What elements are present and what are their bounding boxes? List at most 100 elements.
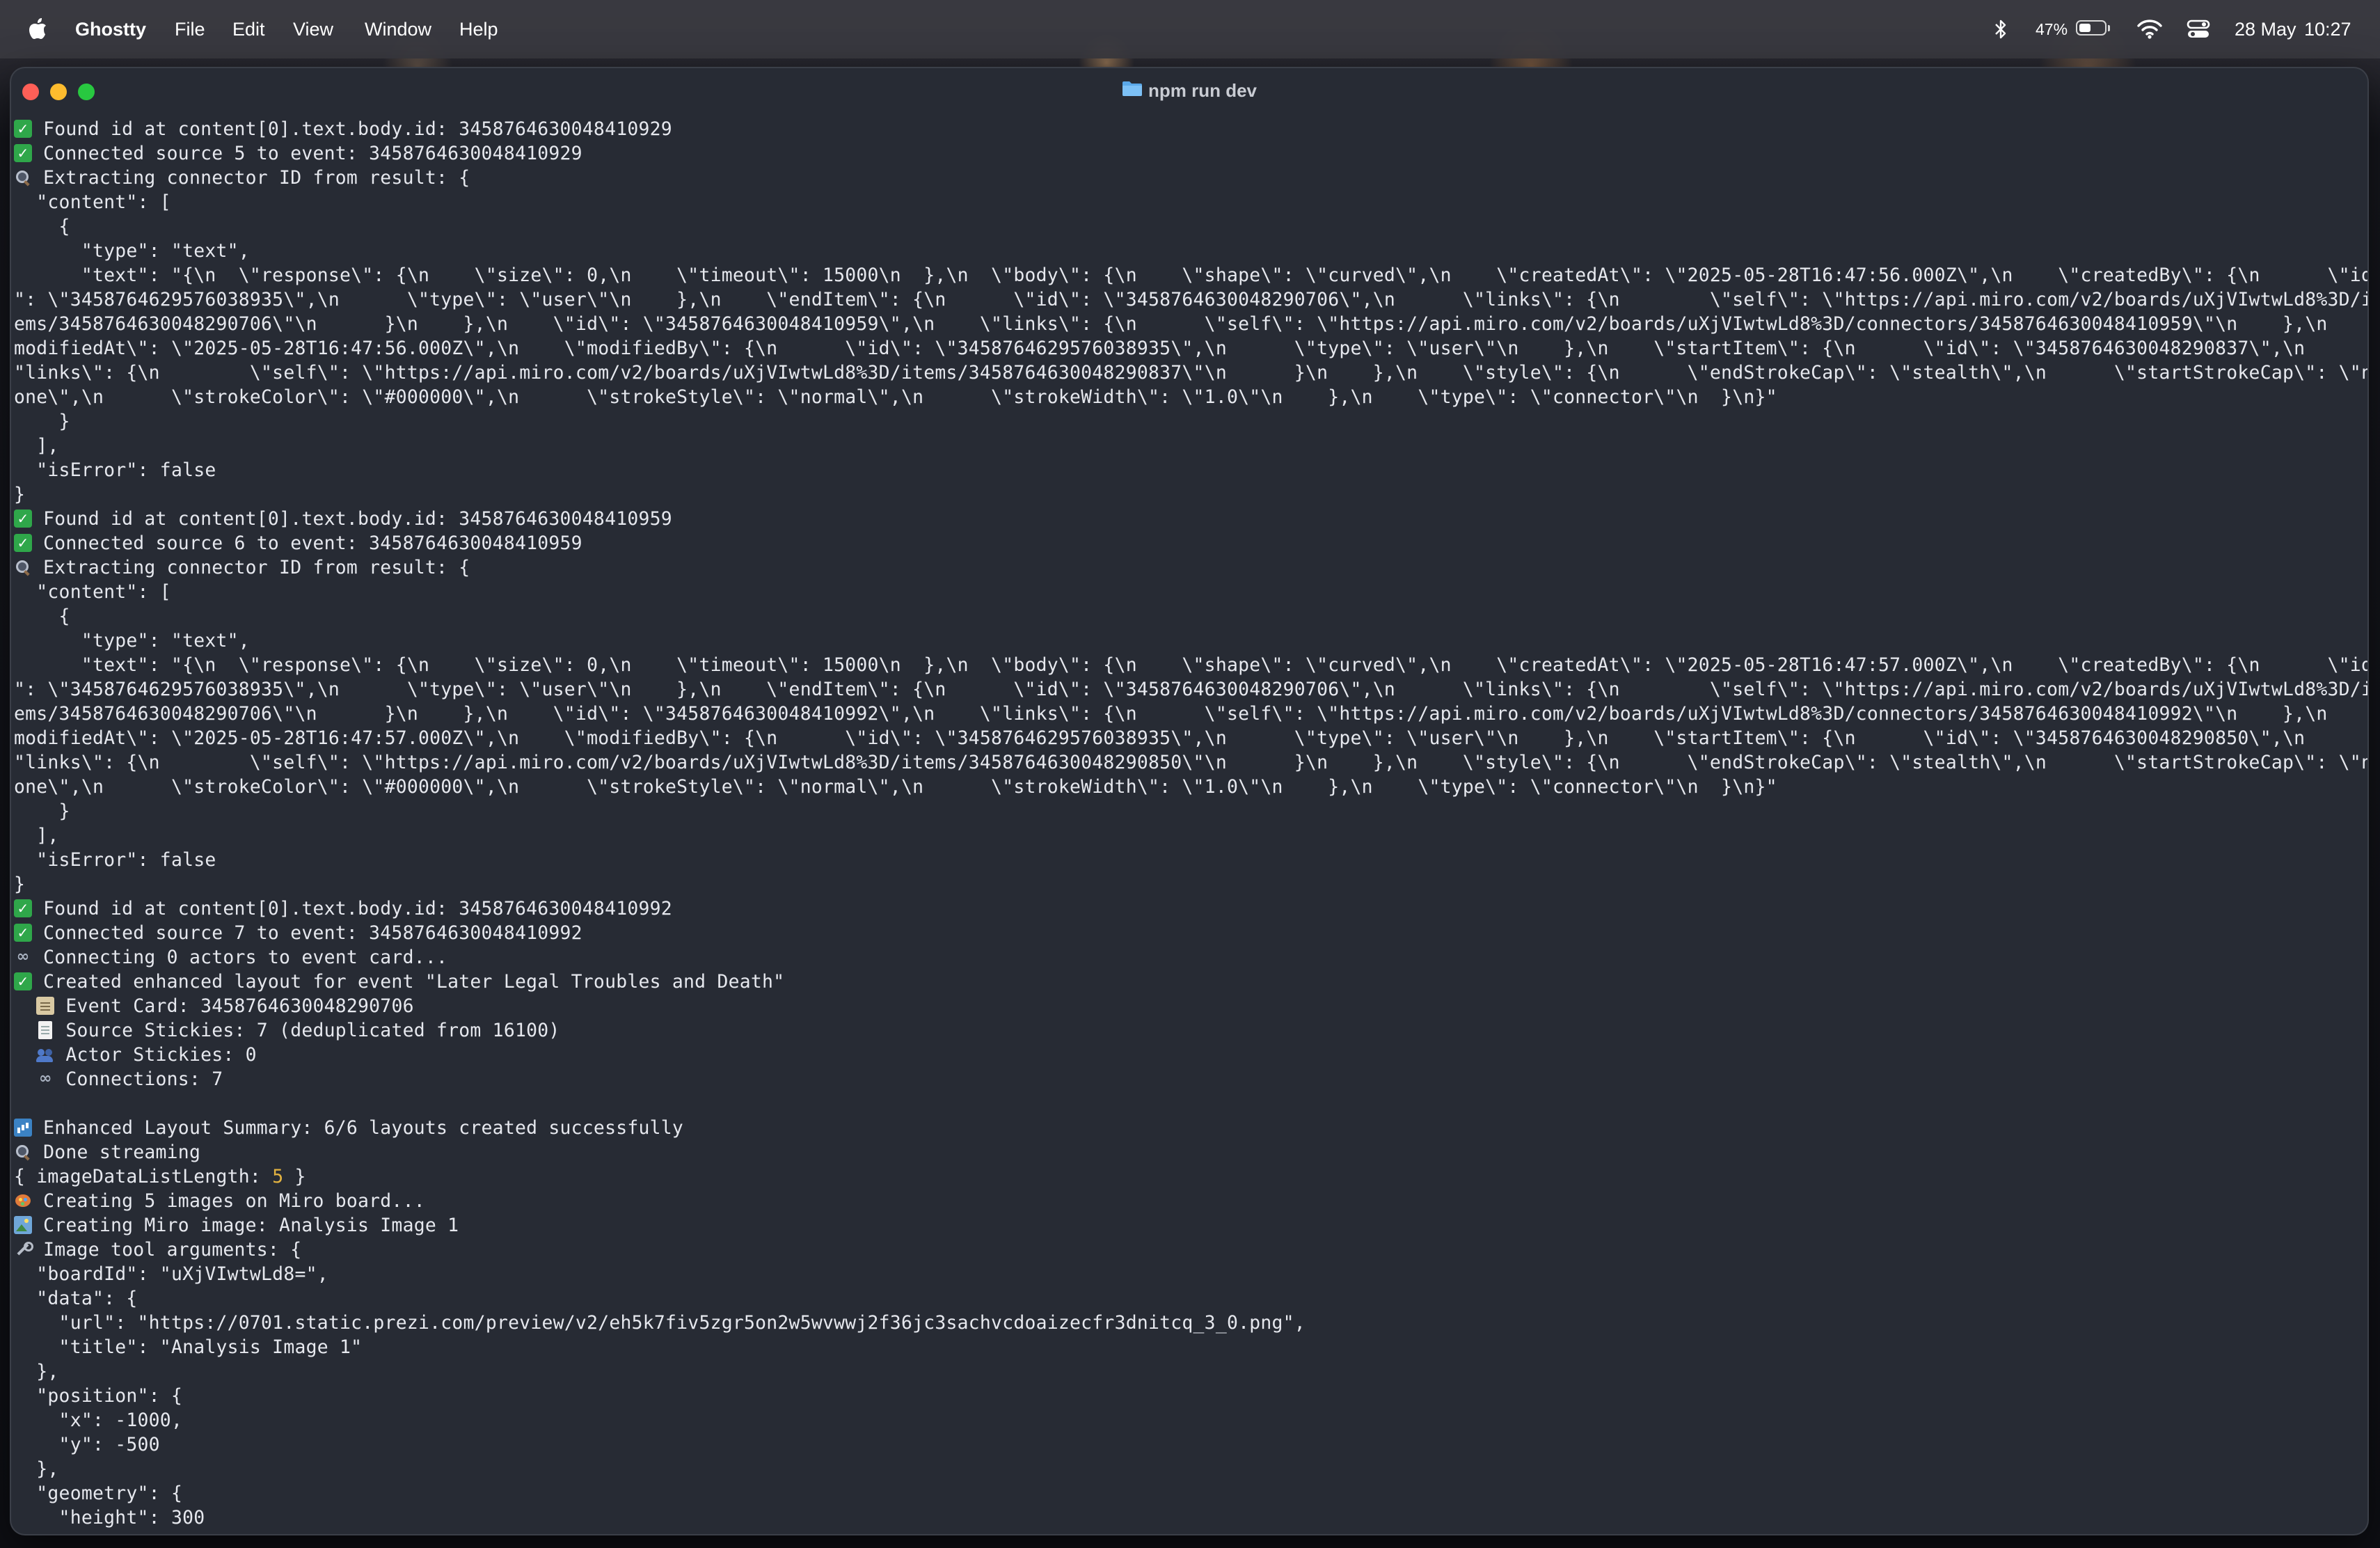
terminal-line-text: Creating Miro image: Analysis Image 1 — [43, 1215, 459, 1236]
terminal-line-text: Connected source 7 to event: 34587646300… — [43, 922, 582, 944]
terminal-line: Enhanced Layout Summary: 6/6 layouts cre… — [14, 1116, 683, 1140]
terminal-line: Done streaming — [14, 1140, 200, 1164]
check-icon: ✓ — [14, 533, 32, 552]
battery-icon[interactable] — [2076, 0, 2112, 58]
terminal-line-text: ": \"3458764629576038935\",\n \"type\": … — [14, 289, 2367, 310]
menu-help[interactable]: Help — [459, 0, 498, 58]
terminal-line: } — [14, 872, 25, 897]
terminal-line-text: "title": "Analysis Image 1" — [14, 1336, 363, 1358]
terminal-line-text: Found id at content[0].text.body.id: 345… — [43, 898, 672, 919]
check-icon: ✓ — [14, 143, 32, 162]
terminal-line: ✓ Created enhanced layout for event "Lat… — [14, 970, 784, 994]
link-icon: ∞ — [16, 947, 30, 965]
terminal-line-text: { imageDataListLength: — [14, 1166, 273, 1187]
terminal-line-text: "boardId": "uXjVIwtwLd8=", — [14, 1263, 328, 1285]
terminal-line: }, — [14, 1359, 59, 1384]
terminal-line-text: Connected source 5 to event: 34587646300… — [43, 143, 582, 164]
terminal-line-text: Image tool arguments: { — [43, 1239, 302, 1261]
terminal-line: "text": "{\n \"response\": {\n \"size\":… — [14, 653, 2367, 677]
terminal-line-text: Source Stickies: 7 (deduplicated from 16… — [65, 1020, 560, 1041]
terminal-line: ✓ Found id at content[0].text.body.id: 3… — [14, 507, 672, 531]
terminal-line-text: "isError": false — [14, 849, 216, 871]
terminal-line-text: } — [283, 1166, 306, 1187]
terminal-line-text: "links\": {\n \"self\": \"https://api.mi… — [14, 362, 2367, 384]
bluetooth-icon[interactable] — [1992, 0, 2010, 58]
title-bar[interactable]: npm run dev — [11, 68, 2367, 113]
terminal-line: "geometry": { — [14, 1481, 182, 1506]
terminal-line: Creating Miro image: Analysis Image 1 — [14, 1213, 459, 1238]
terminal-line-text: modifiedAt\": \"2025-05-28T16:47:56.000Z… — [14, 338, 2367, 359]
terminal-line-text: modifiedAt\": \"2025-05-28T16:47:57.000Z… — [14, 727, 2367, 749]
terminal-line: ems/3458764630048290706\"\n }\n },\n \"i… — [14, 702, 2367, 726]
terminal-line: { imageDataListLength: 5 } — [14, 1164, 306, 1189]
app-menu[interactable]: Ghostty — [75, 0, 146, 58]
terminal-line: "data": { — [14, 1286, 138, 1311]
battery-percent: 47% — [2036, 20, 2068, 38]
terminal-line-text: }, — [14, 1361, 59, 1382]
terminal-line: "position": { — [14, 1384, 182, 1408]
page-icon — [38, 1020, 53, 1039]
terminal-line: ∞ Connecting 0 actors to event card... — [14, 945, 447, 970]
terminal-line: ems/3458764630048290706\"\n }\n },\n \"i… — [14, 312, 2367, 336]
terminal-line-text: "data": { — [14, 1288, 138, 1309]
terminal-line: "boardId": "uXjVIwtwLd8=", — [14, 1262, 328, 1286]
control-center-icon[interactable] — [2187, 0, 2210, 58]
terminal-line-text: Connected source 6 to event: 34587646300… — [43, 532, 582, 554]
terminal-line-text: Found id at content[0].text.body.id: 345… — [43, 508, 672, 530]
terminal-line: Event Card: 3458764630048290706 — [14, 994, 414, 1018]
terminal-line-text: Connecting 0 actors to event card... — [43, 947, 448, 968]
terminal-window: npm run dev ✓ Found id at content[0].tex… — [11, 68, 2367, 1534]
terminal-line: "isError": false — [14, 458, 216, 482]
terminal-line: Extracting connector ID from result: { — [14, 166, 470, 190]
terminal-line-text: "y": -500 — [14, 1434, 160, 1455]
terminal-line: ✓ Found id at content[0].text.body.id: 3… — [14, 897, 672, 921]
magnifier-icon — [14, 168, 32, 187]
terminal-line-text: Extracting connector ID from result: { — [43, 167, 470, 189]
terminal-line-text: "links\": {\n \"self\": \"https://api.mi… — [14, 752, 2367, 773]
terminal-line: ✓ Connected source 6 to event: 345876463… — [14, 531, 582, 555]
terminal-line: ✓ Connected source 7 to event: 345876463… — [14, 921, 582, 945]
terminal-line: ✓ Found id at content[0].text.body.id: 3… — [14, 117, 672, 141]
chart-icon — [14, 1118, 32, 1137]
date-label[interactable]: 28 May — [2235, 0, 2296, 58]
check-icon: ✓ — [14, 972, 32, 990]
terminal-line: one\",\n \"strokeColor\": \"#000000\",\n… — [14, 385, 1777, 409]
terminal-line-text: "url": "https://0701.static.prezi.com/pr… — [14, 1312, 1306, 1334]
terminal-line: ": \"3458764629576038935\",\n \"type\": … — [14, 677, 2367, 702]
apple-menu-icon[interactable] — [28, 0, 47, 58]
terminal-line-text: } — [14, 484, 26, 505]
terminal-line-text: Event Card: 3458764630048290706 — [65, 995, 414, 1017]
terminal-line-text: Extracting connector ID from result: { — [43, 557, 470, 578]
terminal-line: one\",\n \"strokeColor\": \"#000000\",\n… — [14, 775, 1777, 799]
terminal-line-text: "text": "{\n \"response\": {\n \"size\":… — [14, 654, 2367, 676]
terminal-line-text: "content": [ — [14, 581, 171, 603]
menu-view[interactable]: View — [293, 0, 333, 58]
terminal-line-text: "content": [ — [14, 191, 171, 213]
menu-file[interactable]: File — [175, 0, 205, 58]
magnifier-icon — [14, 558, 32, 576]
terminal-line-text: ems/3458764630048290706\"\n }\n },\n \"i… — [14, 703, 2367, 725]
magnifier-icon — [14, 1143, 32, 1161]
terminal-line: } — [14, 409, 70, 434]
terminal-line-text: ems/3458764630048290706\"\n }\n },\n \"i… — [14, 313, 2367, 335]
terminal-line: Extracting connector ID from result: { — [14, 555, 470, 580]
menu-bar: Ghostty File Edit View Window Help 47% 2… — [0, 0, 2380, 58]
terminal-line-text: Found id at content[0].text.body.id: 345… — [43, 118, 672, 140]
image-icon — [14, 1215, 32, 1234]
terminal-number: 5 — [272, 1166, 284, 1187]
check-icon: ✓ — [14, 119, 32, 138]
terminal-line: ✓ Connected source 5 to event: 345876463… — [14, 141, 582, 166]
terminal-line-text: { — [14, 606, 70, 627]
wifi-icon[interactable] — [2136, 0, 2163, 58]
terminal-output[interactable]: ✓ Found id at content[0].text.body.id: 3… — [11, 117, 2367, 1534]
terminal-line: modifiedAt\": \"2025-05-28T16:47:56.000Z… — [14, 336, 2367, 361]
terminal-line-text: Done streaming — [43, 1142, 201, 1163]
terminal-line-text: ": \"3458764629576038935\",\n \"type\": … — [14, 679, 2367, 700]
time-label[interactable]: 10:27 — [2304, 0, 2351, 58]
menu-window[interactable]: Window — [365, 0, 431, 58]
menu-edit[interactable]: Edit — [232, 0, 265, 58]
terminal-line: }, — [14, 1457, 59, 1481]
terminal-line-text: one\",\n \"strokeColor\": \"#000000\",\n… — [14, 776, 1777, 798]
terminal-line-text: Creating 5 images on Miro board... — [43, 1190, 425, 1212]
terminal-line: { — [14, 214, 70, 239]
